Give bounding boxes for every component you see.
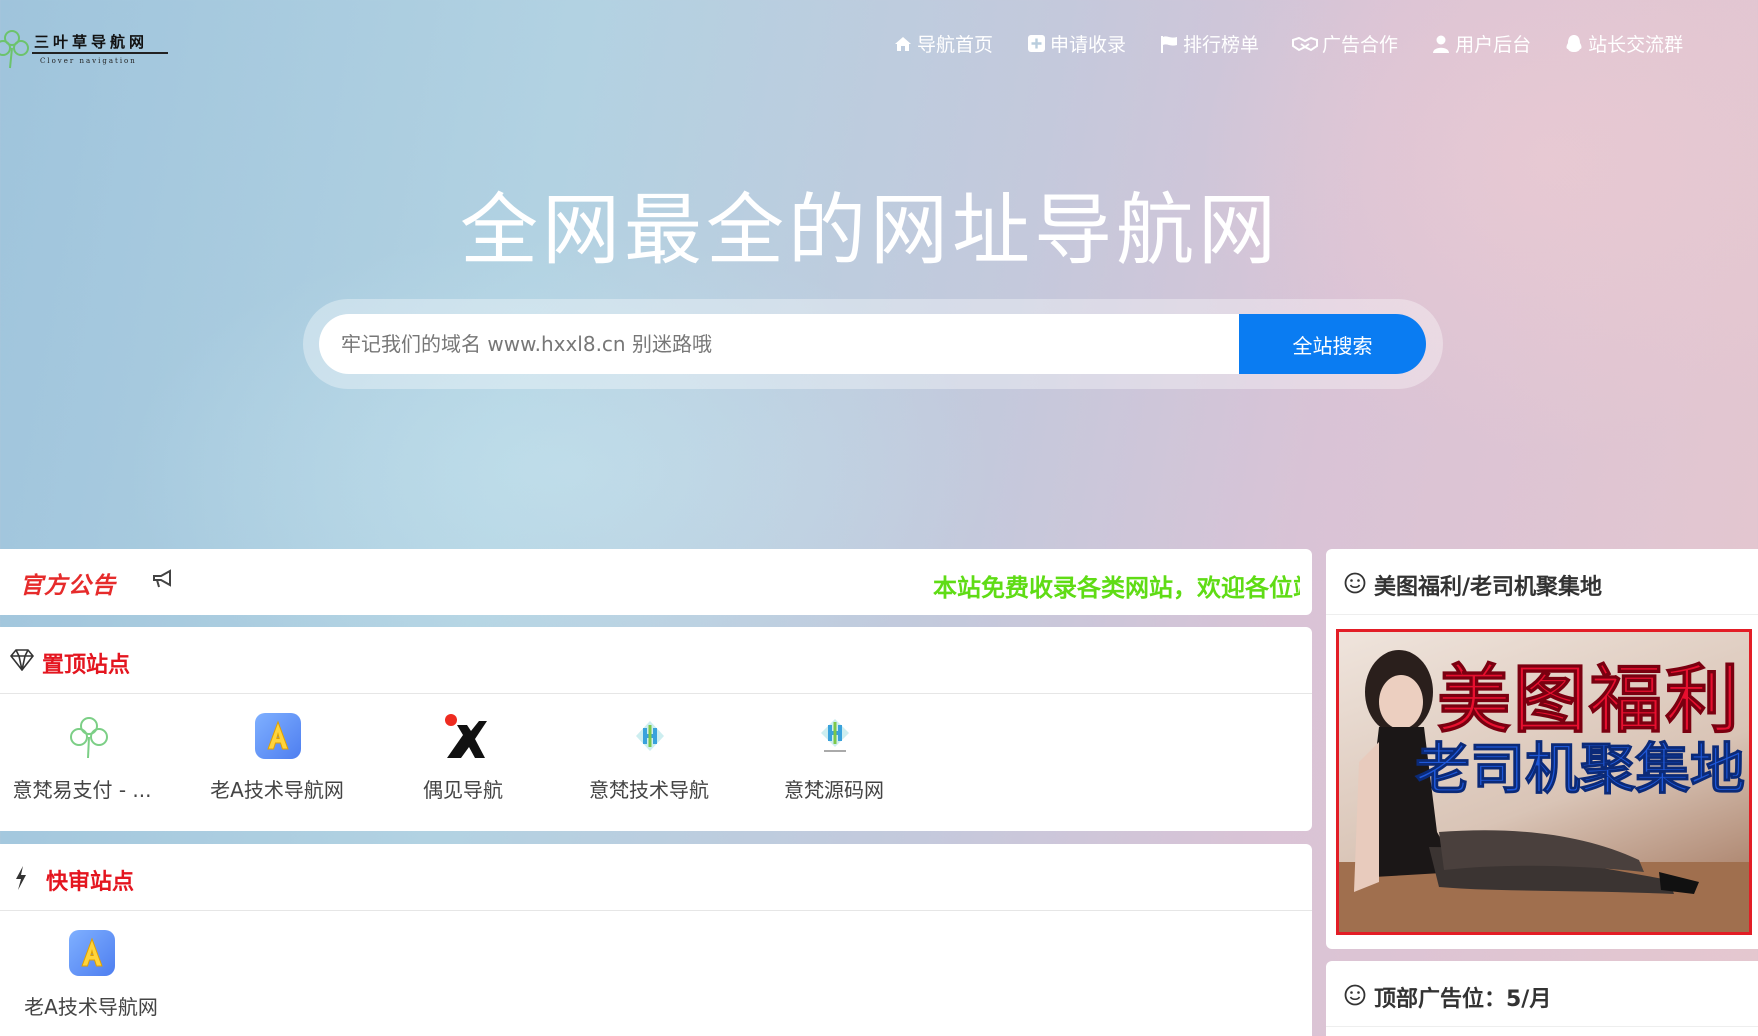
site-card[interactable]: 偶见导航 xyxy=(377,695,549,825)
top-sites-list: 意梵易支付 - ... 老A技术导航网 偶见导航 意梵技术导航 意梵源码网 xyxy=(0,695,1312,825)
user-icon xyxy=(1431,34,1451,54)
site-card[interactable]: 意梵易支付 - ... xyxy=(0,695,172,825)
logo-title: 三叶草导航网 xyxy=(34,33,149,51)
site-name: 偶见导航 xyxy=(423,778,503,802)
site-name: 老A技术导航网 xyxy=(210,778,344,802)
nav-item-ranking[interactable]: 排行榜单 xyxy=(1159,30,1259,57)
nav-item-group[interactable]: 站长交流群 xyxy=(1564,30,1683,57)
section-title: 快审站点 xyxy=(46,870,135,895)
nav-label: 排行榜单 xyxy=(1183,34,1260,56)
nav-label: 站长交流群 xyxy=(1588,34,1684,56)
site-name: 老A技术导航网 xyxy=(24,995,158,1019)
notice-marquee: 本站免费收录各类网站，欢迎各位站长提交收录 xyxy=(933,574,1300,600)
search-bar: 全站搜索 xyxy=(303,299,1443,389)
search-button[interactable]: 全站搜索 xyxy=(1239,314,1426,374)
smile-icon xyxy=(1344,572,1366,598)
site-card[interactable]: 意梵技术导航 xyxy=(563,695,735,825)
handshake-icon xyxy=(1292,34,1319,54)
nav-label: 用户后台 xyxy=(1455,34,1532,56)
notice-title: 官方公告 xyxy=(20,573,116,599)
home-icon xyxy=(893,34,913,54)
site-card[interactable]: 意梵源码网 xyxy=(748,695,920,825)
section-header: 置顶站点 xyxy=(0,627,1312,694)
plus-square-icon xyxy=(1026,34,1046,54)
ad-banner-line2: 老司机聚集地 xyxy=(1414,737,1745,802)
panel-title: 顶部广告位：5/月 xyxy=(1374,987,1552,1012)
site-card[interactable]: 老A技术导航网 xyxy=(191,695,363,825)
site-name: 意梵源码网 xyxy=(784,778,884,802)
bolt-icon xyxy=(14,866,28,894)
flag-icon xyxy=(1159,34,1179,54)
letter-a-icon xyxy=(255,713,301,759)
qq-icon xyxy=(1564,34,1584,54)
sidebar-ad-panel: 美图福利/老司机聚集地 美图福利 老司机聚集地 xyxy=(1326,549,1758,949)
panel-title: 美图福利/老司机聚集地 xyxy=(1374,575,1603,600)
logo-subtitle: Clover navigation xyxy=(40,57,137,65)
panel-header: 顶部广告位：5/月 xyxy=(1326,961,1758,1027)
site-card[interactable]: 老A技术导航网 xyxy=(5,912,177,1036)
nav-label: 申请收录 xyxy=(1050,34,1127,56)
ad-banner[interactable]: 美图福利 老司机聚集地 xyxy=(1336,629,1752,935)
diamond-icon xyxy=(9,649,35,675)
yf-logo-icon xyxy=(812,713,858,759)
nav-item-ads[interactable]: 广告合作 xyxy=(1292,30,1398,57)
sidebar-ad-slot-panel: 顶部广告位：5/月 xyxy=(1326,961,1758,1036)
letter-a-icon xyxy=(69,930,115,976)
clover-logo-icon xyxy=(0,30,29,69)
search-input[interactable] xyxy=(319,314,1239,374)
section-header: 快审站点 xyxy=(0,844,1312,911)
k-logo-icon xyxy=(441,713,487,759)
site-name: 意梵易支付 - ... xyxy=(12,778,152,802)
nav-item-user[interactable]: 用户后台 xyxy=(1431,30,1531,57)
header: 三叶草导航网 Clover navigation 导航首页 申请收录 排行榜单 xyxy=(0,0,1758,90)
fast-sites-section: 快审站点 老A技术导航网 xyxy=(0,844,1312,1036)
section-title: 置顶站点 xyxy=(42,653,131,678)
nav-label: 广告合作 xyxy=(1322,34,1399,56)
site-name: 意梵技术导航 xyxy=(589,778,709,802)
fast-sites-list: 老A技术导航网 xyxy=(0,912,1312,1036)
yf-logo-icon xyxy=(627,713,673,759)
nav-item-apply[interactable]: 申请收录 xyxy=(1026,30,1126,57)
panel-header: 美图福利/老司机聚集地 xyxy=(1326,549,1758,615)
smile-icon xyxy=(1344,984,1366,1010)
clover-icon xyxy=(66,713,112,759)
site-logo[interactable]: 三叶草导航网 Clover navigation xyxy=(0,22,179,72)
logo-divider xyxy=(32,52,168,54)
top-sites-section: 置顶站点 意梵易支付 - ... 老A技术导航网 偶见导航 意梵技术导航 意梵源… xyxy=(0,627,1312,831)
hero-title: 全网最全的网址导航网 xyxy=(459,186,1280,276)
nav-item-home[interactable]: 导航首页 xyxy=(893,30,993,57)
nav-label: 导航首页 xyxy=(917,34,994,56)
notice-bar: 官方公告 本站免费收录各类网站，欢迎各位站长提交收录 xyxy=(0,549,1312,615)
main-nav: 导航首页 申请收录 排行榜单 广告合作 用户后台 站长交流群 xyxy=(893,30,1716,57)
megaphone-icon xyxy=(152,569,174,593)
